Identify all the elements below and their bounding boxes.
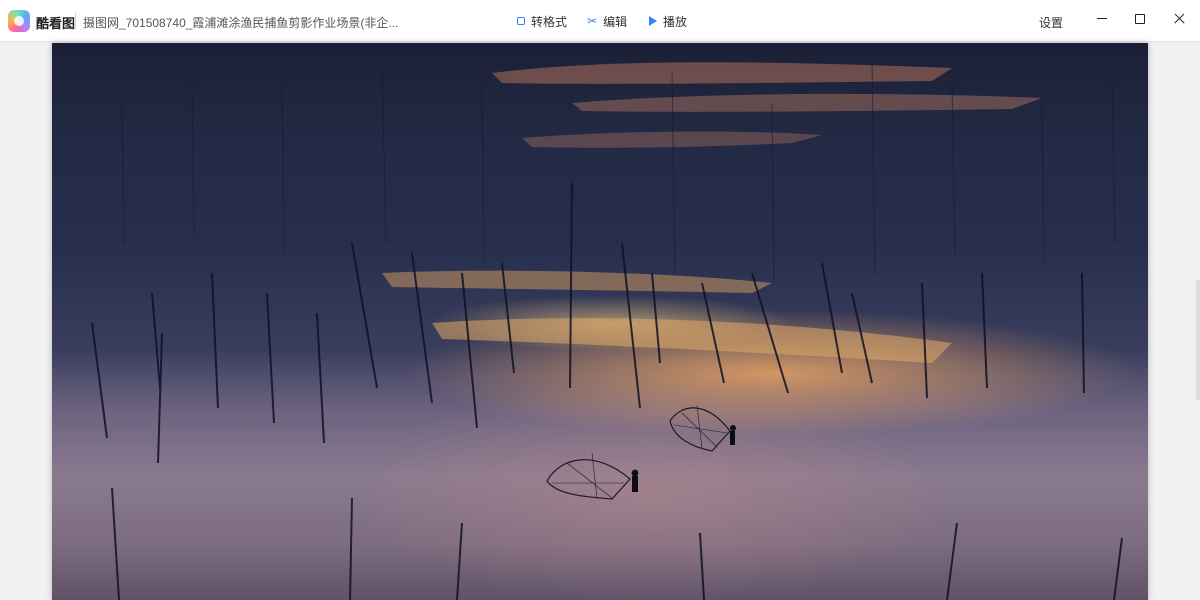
app-logo-icon bbox=[8, 10, 30, 32]
fisherman-silhouette bbox=[546, 452, 639, 500]
image-viewer[interactable] bbox=[0, 43, 1200, 600]
maximize-button[interactable] bbox=[1126, 6, 1154, 32]
settings-button[interactable]: 设置 bbox=[1039, 14, 1063, 31]
convert-format-button[interactable]: 转格式 bbox=[517, 10, 567, 32]
app-name: 酷看图 bbox=[36, 16, 76, 31]
edit-label: 编辑 bbox=[603, 14, 628, 29]
photo-fishermen-tidal-flat bbox=[52, 43, 1148, 600]
sunset-reflection-streaks bbox=[382, 62, 1042, 363]
edit-button[interactable]: ✂ 编辑 bbox=[587, 10, 627, 32]
title-bar: 酷看图 摄图网_701508740_霞浦滩涂渔民捕鱼剪影作业场景(非企... 转… bbox=[0, 0, 1200, 42]
play-icon bbox=[649, 16, 657, 26]
file-name: 摄图网_701508740_霞浦滩涂渔民捕鱼剪影作业场景(非企... bbox=[83, 16, 399, 30]
play-label: 播放 bbox=[663, 14, 688, 29]
title-divider bbox=[75, 13, 76, 29]
scissors-icon: ✂ bbox=[587, 14, 598, 28]
photo-scene bbox=[91, 62, 1123, 600]
scrollbar[interactable] bbox=[1196, 280, 1200, 400]
close-button[interactable] bbox=[1166, 6, 1194, 32]
play-button[interactable]: 播放 bbox=[649, 10, 687, 32]
convert-icon bbox=[517, 17, 525, 25]
convert-format-label: 转格式 bbox=[531, 14, 568, 29]
minimize-button[interactable] bbox=[1088, 6, 1116, 32]
bamboo-poles bbox=[91, 182, 1123, 600]
fisherman-silhouette bbox=[669, 404, 736, 452]
